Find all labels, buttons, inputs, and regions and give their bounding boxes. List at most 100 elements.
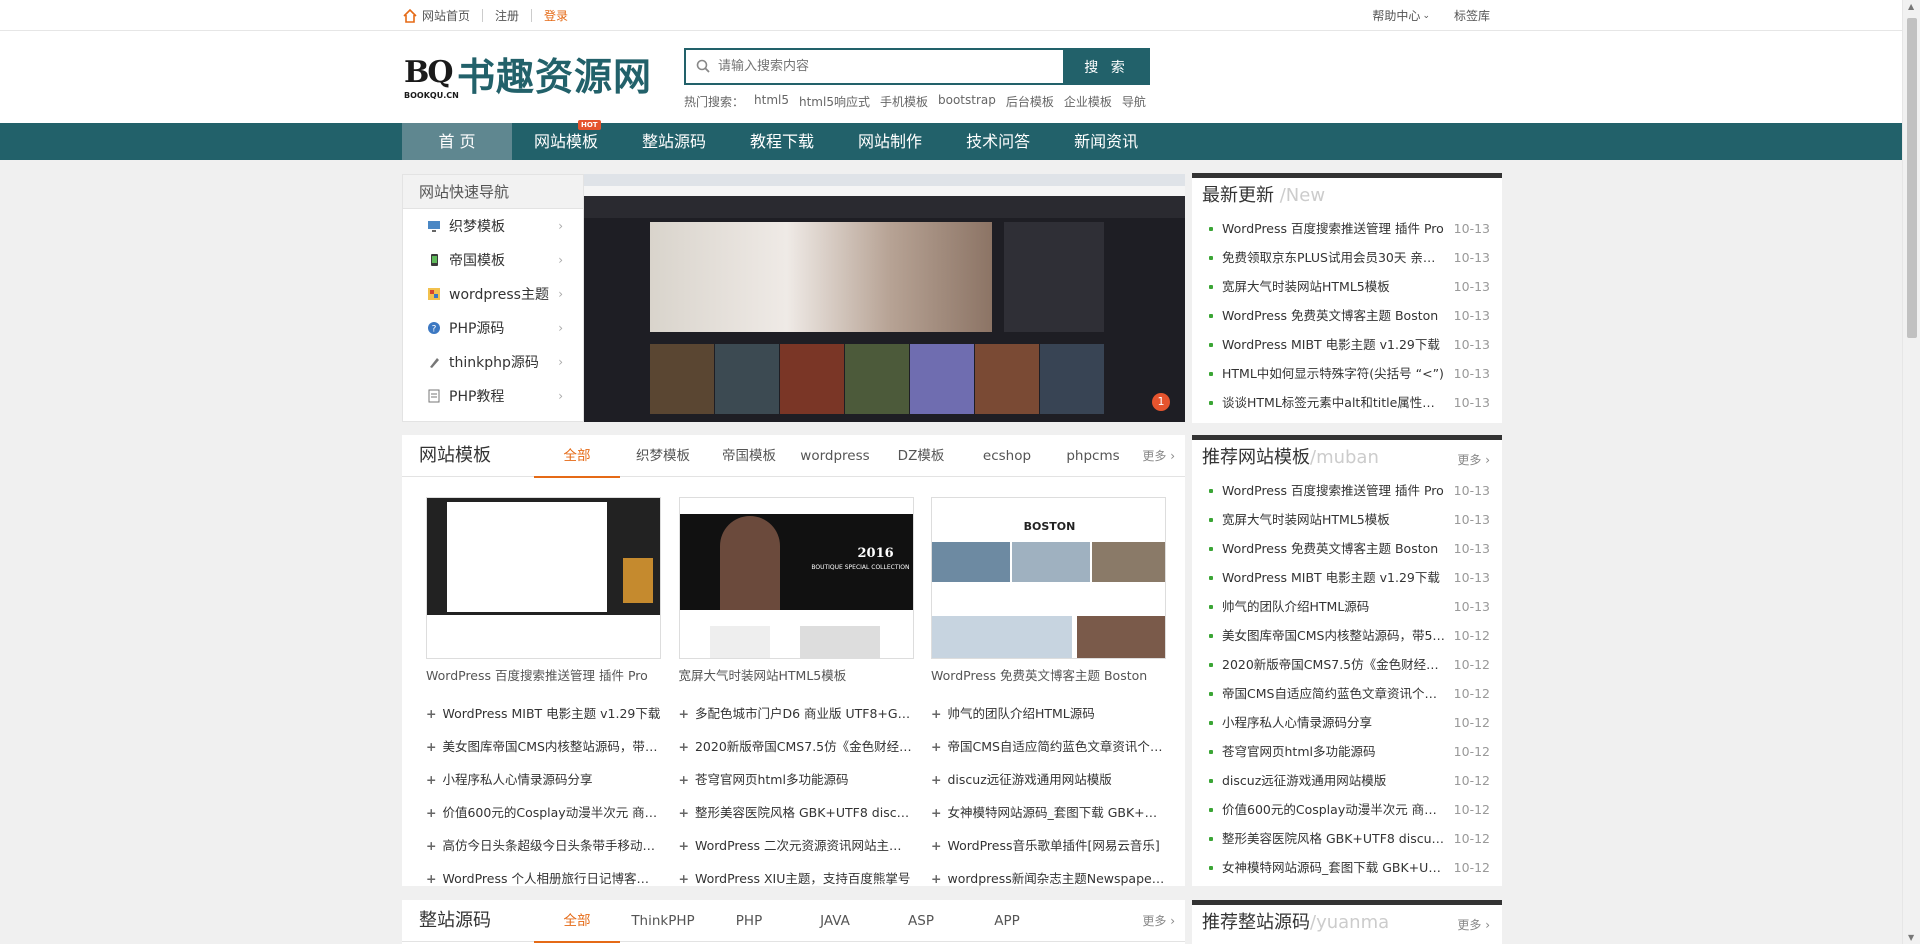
list-item[interactable]: 谈谈HTML标签元素中alt和title属性的区别 10-13 [1192, 388, 1502, 417]
template-card[interactable]: 2016 BOUTIQUE SPECIAL COLLECTION 宽屏大气时装网… [678, 497, 914, 684]
tab-item[interactable]: ecshop [964, 435, 1050, 477]
list-item-title: WordPress 免费英文博客主题 Boston [1222, 541, 1439, 556]
hot-tag[interactable]: bootstrap [938, 93, 996, 110]
hot-tag[interactable]: 导航 [1122, 93, 1146, 110]
tab-item[interactable]: 织梦模板 [620, 435, 706, 477]
list-item[interactable]: + 帝国CMS自适应简约蓝色文章资讯个人博客模板 [931, 730, 1166, 763]
tab-item[interactable]: APP [964, 900, 1050, 942]
scroll-up-icon[interactable]: ▲ [1908, 2, 1914, 11]
nav-templates[interactable]: 网站模板 HOT [512, 120, 620, 160]
list-item[interactable]: 苍穹官网页html多功能源码 10-12 [1192, 737, 1502, 766]
help-center-link[interactable]: 帮助中心 [1372, 7, 1420, 24]
hot-tag[interactable]: 后台模板 [1006, 93, 1054, 110]
hot-tag[interactable]: html5 [754, 93, 789, 110]
list-item[interactable]: WordPress MIBT 电影主题 v1.29下载 10-13 [1192, 330, 1502, 359]
recommend-src-title: 推荐整站源码/yuanma 更多 › [1192, 905, 1502, 941]
list-item[interactable]: 帝国CMS自适应简约蓝色文章资讯个人博客模板 10-12 [1192, 679, 1502, 708]
list-item[interactable]: WordPress 百度搜索推送管理 插件 Pro 10-13 [1192, 214, 1502, 243]
list-item[interactable]: 价值600元的Cosplay动漫半次元 商业版源码 10-12 [1192, 795, 1502, 824]
tab-item[interactable]: ThinkPHP [620, 900, 706, 942]
login-link[interactable]: 登录 [544, 7, 568, 24]
list-item[interactable]: 免费领取京东PLUS试用会员30天 亲测秒到账 10-13 [1192, 243, 1502, 272]
tab-item[interactable]: 全部 [534, 900, 620, 943]
plus-icon: + [426, 772, 437, 787]
list-item[interactable]: + WordPress MIBT 电影主题 v1.29下载 [426, 697, 661, 730]
more-link[interactable]: 更多 › [1457, 907, 1490, 943]
list-item[interactable]: 美女图库帝国CMS内核整站源码，带5G数据 10-12 [1192, 621, 1502, 650]
tab-item[interactable]: JAVA [792, 900, 878, 942]
nav-tutorials[interactable]: 教程下载 [728, 123, 836, 160]
page-scrollbar[interactable]: ▲ ▼ [1902, 0, 1920, 944]
nav-news[interactable]: 新闻资讯 [1052, 123, 1160, 160]
hot-tag[interactable]: 手机模板 [880, 93, 928, 110]
list-item[interactable]: + 高仿今日头条超级今日头条带手移动端源码 [426, 829, 661, 862]
list-item[interactable]: discuz远征游戏通用网站模版 10-12 [1192, 766, 1502, 795]
home-link[interactable]: 网站首页 [422, 7, 470, 24]
scrollbar-thumb[interactable] [1907, 18, 1917, 338]
hot-tag[interactable]: html5响应式 [799, 93, 870, 110]
quick-nav-item[interactable]: ? PHP源码 › [403, 311, 583, 345]
list-item[interactable]: + WordPress音乐歌单插件[网易云音乐] [931, 829, 1166, 862]
list-item[interactable]: + 帅气的团队介绍HTML源码 [931, 697, 1166, 730]
quick-nav-item[interactable]: 织梦模板 › [403, 209, 583, 243]
scroll-down-icon[interactable]: ▼ [1908, 933, 1914, 942]
list-item[interactable]: + WordPress 二次元资源资讯网站主题模板 [679, 829, 914, 862]
nav-qa[interactable]: 技术问答 [944, 123, 1052, 160]
nav-web-making[interactable]: 网站制作 [836, 123, 944, 160]
quick-nav-item[interactable]: thinkphp源码 › [403, 345, 583, 379]
main-nav: 首 页 网站模板 HOT 整站源码 教程下载 网站制作 技术问答 新闻资讯 [0, 120, 1902, 160]
list-item[interactable]: WordPress MIBT 电影主题 v1.29下载 10-13 [1192, 563, 1502, 592]
hot-tag[interactable]: 企业模板 [1064, 93, 1112, 110]
template-card[interactable]: BOSTON WordPress 免费英文博客主题 Boston [931, 497, 1166, 684]
tab-item[interactable]: wordpress [792, 435, 878, 477]
register-link[interactable]: 注册 [495, 7, 519, 24]
list-item[interactable]: +2020新版帝国CMS7.5仿《金色财经》源码 [679, 730, 914, 763]
more-link[interactable]: 更多 › [1142, 435, 1175, 477]
template-card[interactable]: WordPress 百度搜索推送管理 插件 Pro [426, 497, 661, 684]
list-item[interactable]: + wordpress新闻杂志主题Newspaper中文版 [931, 862, 1166, 895]
list-item[interactable]: 2020新版帝国CMS7.5仿《金色财经》源码 10-12 [1192, 650, 1502, 679]
list-item-title: WordPress MIBT 电影主题 v1.29下载 [1222, 570, 1440, 585]
slide-indicator[interactable]: 1 [1152, 393, 1170, 411]
nav-home[interactable]: 首 页 [402, 123, 512, 160]
more-link[interactable]: 更多 › [1142, 900, 1175, 942]
list-item[interactable]: 帅气的团队介绍HTML源码 10-13 [1192, 592, 1502, 621]
tab-item[interactable]: ASP [878, 900, 964, 942]
tab-item[interactable]: phpcms [1050, 435, 1136, 477]
nav-sources[interactable]: 整站源码 [620, 123, 728, 160]
tab-item[interactable]: DZ模板 [878, 435, 964, 477]
list-item-title: wordpress新闻杂志主题Newspaper中文版 [947, 871, 1166, 886]
list-item[interactable]: 宽屏大气时装网站HTML5模板 10-13 [1192, 505, 1502, 534]
list-item[interactable]: 小程序私人心情录源码分享 10-12 [1192, 708, 1502, 737]
list-item[interactable]: + WordPress XIU主题，支持百度熊掌号 [679, 862, 914, 895]
list-item[interactable]: + 美女图库帝国CMS内核整站源码，带5G数据 [426, 730, 661, 763]
list-item[interactable]: 宽屏大气时装网站HTML5模板 10-13 [1192, 272, 1502, 301]
quick-nav-item[interactable]: PHP教程 › [403, 379, 583, 413]
list-item[interactable]: + 价值600元的Cosplay动漫半次元 商业版源码 [426, 796, 661, 829]
template-thumbnail: 2016 BOUTIQUE SPECIAL COLLECTION [678, 497, 914, 659]
list-item[interactable]: + WordPress 个人相册旅行日记博客主题 [426, 862, 661, 895]
tags-link[interactable]: 标签库 [1454, 7, 1490, 24]
list-item[interactable]: WordPress 百度搜索推送管理 插件 Pro 10-13 [1192, 476, 1502, 505]
list-item[interactable]: + 女神模特网站源码_套图下载 GBK+UTF8 版 [931, 796, 1166, 829]
search-button[interactable]: 搜 索 [1063, 48, 1150, 85]
list-item[interactable]: 女神模特网站源码_套图下载 GBK+UTF8 版 10-12 [1192, 853, 1502, 882]
quick-nav-item[interactable]: 帝国模板 › [403, 243, 583, 277]
list-item[interactable]: HTML中如何显示特殊字符(尖括号 “<”) 10-13 [1192, 359, 1502, 388]
list-item[interactable]: + 多配色城市门户D6 商业版 UTF8+GBK 模板 [679, 697, 914, 730]
list-item[interactable]: + 小程序私人心情录源码分享 [426, 763, 661, 796]
site-logo[interactable]: BQ BOOKQU.CN 书趣资源网 [404, 53, 664, 105]
tab-item[interactable]: 全部 [534, 435, 620, 478]
tab-item[interactable]: 帝国模板 [706, 435, 792, 477]
search-input[interactable] [718, 50, 1058, 83]
more-link[interactable]: 更多 › [1457, 442, 1490, 478]
list-item[interactable]: + 整形美容医院风格 GBK+UTF8 discuz模板 [679, 796, 914, 829]
list-item[interactable]: + discuz远征游戏通用网站模版 [931, 763, 1166, 796]
banner-slider[interactable]: 1 [584, 174, 1185, 422]
list-item[interactable]: WordPress 免费英文博客主题 Boston 10-13 [1192, 534, 1502, 563]
list-item[interactable]: WordPress 免费英文博客主题 Boston 10-13 [1192, 301, 1502, 330]
list-item[interactable]: + 苍穹官网页html多功能源码 [679, 763, 914, 796]
tab-item[interactable]: PHP [706, 900, 792, 942]
list-item[interactable]: 整形美容医院风格 GBK+UTF8 discuz模板 10-12 [1192, 824, 1502, 853]
quick-nav-item[interactable]: wordpress主题 › [403, 277, 583, 311]
